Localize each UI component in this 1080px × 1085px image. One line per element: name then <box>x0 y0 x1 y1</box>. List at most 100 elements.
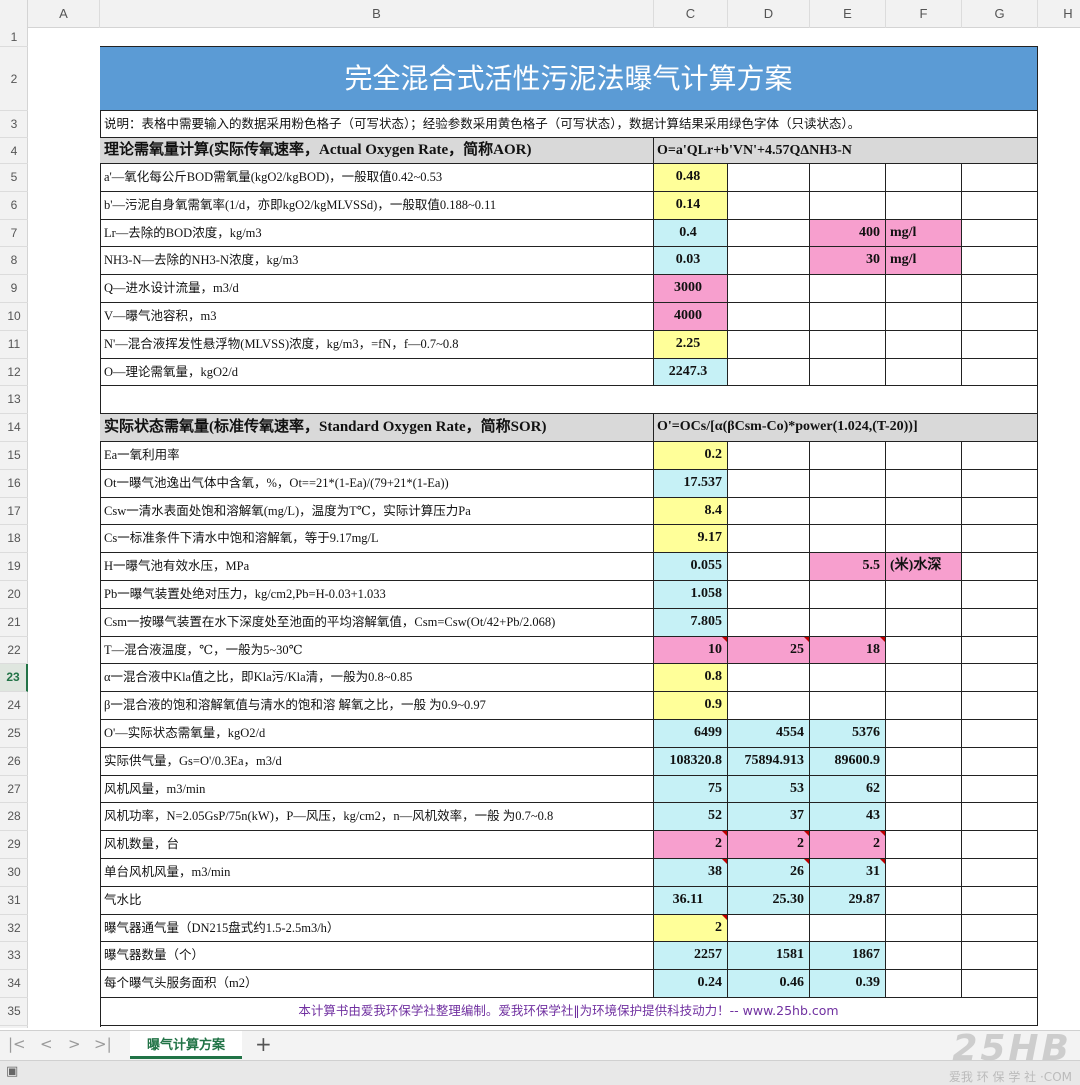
cell-c31[interactable]: 36.11 <box>654 886 728 915</box>
row-header-8[interactable]: 8 <box>0 247 28 276</box>
cell-f30[interactable] <box>886 859 962 887</box>
row-header-20[interactable]: 20 <box>0 581 28 609</box>
cell-g25[interactable] <box>962 720 1038 748</box>
cell-e28[interactable]: 43 <box>810 803 886 832</box>
cell-c7[interactable]: 0.4 <box>654 219 728 248</box>
cell-d31[interactable]: 25.30 <box>728 886 810 915</box>
cell-d30[interactable]: 26 <box>728 859 810 887</box>
row-header-14[interactable]: 14 <box>0 414 28 442</box>
cell-d20[interactable] <box>728 581 810 609</box>
cell-c15[interactable]: 0.2 <box>654 442 728 470</box>
column-header-h[interactable]: H <box>1038 0 1080 28</box>
cell-c27[interactable]: 75 <box>654 775 728 804</box>
row-header-19[interactable]: 19 <box>0 553 28 581</box>
cell-d7[interactable] <box>728 219 810 248</box>
row-header-33[interactable]: 33 <box>0 942 28 971</box>
row-header-9[interactable]: 9 <box>0 275 28 303</box>
cell-c22[interactable]: 10 <box>654 636 728 665</box>
cell-e8[interactable]: 30 <box>810 247 886 276</box>
cell-e20[interactable] <box>810 581 886 609</box>
cell-c24[interactable]: 0.9 <box>654 692 728 720</box>
row-header-25[interactable]: 25 <box>0 720 28 748</box>
cell-c26[interactable]: 108320.8 <box>654 747 728 776</box>
cell-c30[interactable]: 38 <box>654 859 728 887</box>
cell-d12[interactable] <box>728 358 810 387</box>
cell-g5[interactable] <box>962 164 1038 192</box>
cell-e18[interactable] <box>810 525 886 554</box>
cell-d5[interactable] <box>728 164 810 192</box>
cell-e32[interactable] <box>810 914 886 943</box>
cell-d21[interactable] <box>728 608 810 637</box>
previous-sheet-icon[interactable]: < <box>40 1035 53 1053</box>
cell-g6[interactable] <box>962 191 1038 220</box>
cell-c18[interactable]: 9.17 <box>654 525 728 554</box>
row-header-11[interactable]: 11 <box>0 331 28 359</box>
cell-d32[interactable] <box>728 914 810 943</box>
cell-g30[interactable] <box>962 859 1038 887</box>
cell-g32[interactable] <box>962 914 1038 943</box>
cell-c10[interactable]: 4000 <box>654 303 728 331</box>
cell-g34[interactable] <box>962 970 1038 998</box>
cell-e23[interactable] <box>810 664 886 693</box>
cell-f20[interactable] <box>886 581 962 609</box>
cell-g8[interactable] <box>962 247 1038 276</box>
cell-f16[interactable] <box>886 469 962 498</box>
cell-c28[interactable]: 52 <box>654 803 728 832</box>
cell-f33[interactable] <box>886 942 962 971</box>
cell-d16[interactable] <box>728 469 810 498</box>
cell-c16[interactable]: 17.537 <box>654 469 728 498</box>
cell-f7[interactable]: mg/l <box>886 219 962 248</box>
row-header-26[interactable]: 26 <box>0 748 28 776</box>
cell-g15[interactable] <box>962 442 1038 470</box>
cell-e33[interactable]: 1867 <box>810 942 886 971</box>
cell-c6[interactable]: 0.14 <box>654 191 728 220</box>
row-header-16[interactable]: 16 <box>0 470 28 498</box>
cell-c17[interactable]: 8.4 <box>654 497 728 526</box>
cell-d23[interactable] <box>728 664 810 693</box>
cell-f26[interactable] <box>886 747 962 776</box>
cell-e17[interactable] <box>810 497 886 526</box>
cell-f22[interactable] <box>886 636 962 665</box>
row-header-27[interactable]: 27 <box>0 776 28 804</box>
row-header-5[interactable]: 5 <box>0 164 28 192</box>
cell-e30[interactable]: 31 <box>810 859 886 887</box>
row-header-30[interactable]: 30 <box>0 859 28 887</box>
cell-e19[interactable]: 5.5 <box>810 553 886 581</box>
cell-e27[interactable]: 62 <box>810 775 886 804</box>
row-header-4[interactable]: 4 <box>0 138 28 164</box>
first-sheet-icon[interactable]: |< <box>8 1035 26 1053</box>
cell-e29[interactable]: 2 <box>810 831 886 859</box>
cell-f11[interactable] <box>886 330 962 359</box>
cell-c5[interactable]: 0.48 <box>654 164 728 192</box>
cell-d22[interactable]: 25 <box>728 636 810 665</box>
cell-d11[interactable] <box>728 330 810 359</box>
cell-d25[interactable]: 4554 <box>728 720 810 748</box>
cell-f10[interactable] <box>886 303 962 331</box>
cell-g21[interactable] <box>962 608 1038 637</box>
cell-g17[interactable] <box>962 497 1038 526</box>
cell-d26[interactable]: 75894.913 <box>728 747 810 776</box>
cell-c8[interactable]: 0.03 <box>654 247 728 276</box>
cell-f8[interactable]: mg/l <box>886 247 962 276</box>
cell-e12[interactable] <box>810 358 886 387</box>
cell-f17[interactable] <box>886 497 962 526</box>
row-header-7[interactable]: 7 <box>0 220 28 248</box>
row-header-22[interactable]: 22 <box>0 637 28 665</box>
cell-f12[interactable] <box>886 358 962 387</box>
column-header-f[interactable]: F <box>886 0 962 28</box>
cell-f28[interactable] <box>886 803 962 832</box>
column-header-e[interactable]: E <box>810 0 886 28</box>
cell-e24[interactable] <box>810 692 886 720</box>
cell-g11[interactable] <box>962 330 1038 359</box>
cell-f29[interactable] <box>886 831 962 859</box>
cell-g22[interactable] <box>962 636 1038 665</box>
row-header-15[interactable]: 15 <box>0 442 28 470</box>
row-header-35[interactable]: 35 <box>0 998 28 1026</box>
cell-d15[interactable] <box>728 442 810 470</box>
cell-d8[interactable] <box>728 247 810 276</box>
column-header-a[interactable]: A <box>28 0 100 28</box>
cell-e9[interactable] <box>810 275 886 303</box>
cell-e31[interactable]: 29.87 <box>810 886 886 915</box>
cell-c20[interactable]: 1.058 <box>654 581 728 609</box>
row-header-29[interactable]: 29 <box>0 831 28 859</box>
